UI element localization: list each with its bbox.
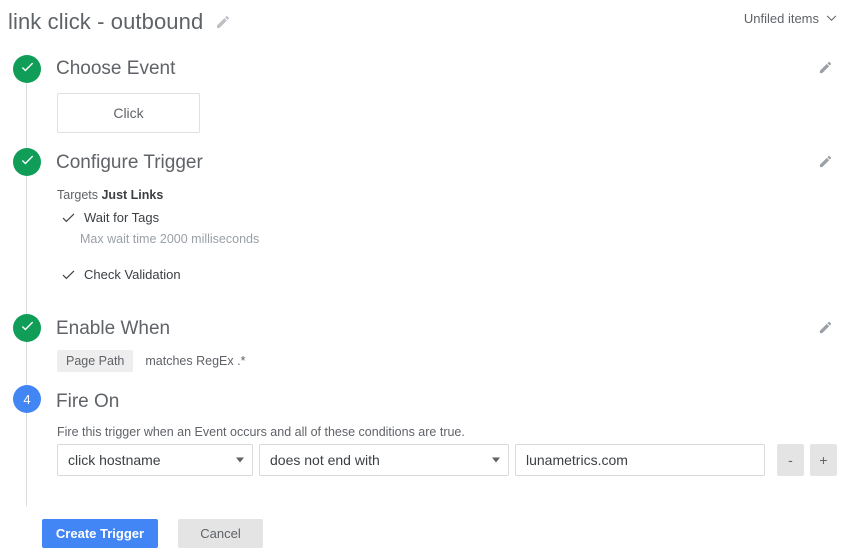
pencil-icon[interactable] — [215, 14, 231, 30]
step-marker-fire-on: 4 — [13, 385, 41, 413]
page-header: link click - outbound Unfiled items — [0, 0, 851, 42]
option-check-validation: Check Validation — [62, 267, 181, 282]
fire-on-description: Fire this trigger when an Event occurs a… — [57, 425, 465, 439]
remove-condition-button[interactable]: - — [777, 444, 804, 476]
edit-configure-trigger-pencil-icon[interactable] — [818, 154, 833, 169]
option-label: Wait for Tags — [84, 210, 160, 225]
chevron-down-icon — [492, 457, 500, 463]
check-icon — [19, 151, 36, 173]
wait-for-tags-note: Max wait time 2000 milliseconds — [80, 232, 260, 246]
option-wait-for-tags: Wait for Tags — [62, 210, 159, 225]
step-number: 4 — [23, 391, 31, 407]
check-icon — [19, 317, 36, 339]
enable-when-condition: Page Path matches RegEx .* — [57, 350, 245, 372]
edit-enable-when-pencil-icon[interactable] — [818, 320, 833, 335]
check-icon — [62, 269, 76, 280]
fire-on-condition-row: click hostname does not end with - + — [57, 444, 837, 476]
condition-value-input[interactable] — [515, 444, 765, 476]
check-icon — [62, 212, 76, 223]
title-area: link click - outbound — [8, 8, 231, 36]
folder-selector[interactable]: Unfiled items — [744, 11, 837, 26]
section-title-fire-on: Fire On — [56, 391, 120, 412]
page-title: link click - outbound — [8, 9, 204, 34]
folder-label: Unfiled items — [743, 11, 819, 26]
cancel-button[interactable]: Cancel — [178, 519, 263, 548]
chevron-down-icon — [236, 457, 244, 463]
chevron-down-icon — [826, 15, 837, 22]
add-condition-button[interactable]: + — [810, 444, 837, 476]
condition-operator-value: does not end with — [270, 452, 380, 468]
condition-operator-select[interactable]: does not end with — [259, 444, 509, 476]
step-marker-enable-when — [13, 314, 41, 342]
event-type-button[interactable]: Click — [57, 93, 200, 133]
condition-variable-chip: Page Path — [57, 350, 134, 372]
targets-summary: Targets Just Links — [57, 188, 163, 202]
step-marker-configure-trigger — [13, 148, 41, 176]
step-marker-choose-event — [13, 55, 41, 83]
section-title-enable-when: Enable When — [56, 318, 171, 339]
section-title-configure-trigger: Configure Trigger — [56, 152, 203, 173]
condition-expression: matches RegEx .* — [145, 354, 246, 368]
edit-choose-event-pencil-icon[interactable] — [818, 60, 833, 75]
option-label: Check Validation — [84, 267, 181, 282]
section-title-choose-event: Choose Event — [56, 58, 176, 79]
stepper-rail — [26, 74, 27, 506]
condition-variable-select[interactable]: click hostname — [57, 444, 253, 476]
create-trigger-button[interactable]: Create Trigger — [42, 519, 158, 548]
targets-value: Just Links — [101, 188, 164, 202]
check-icon — [19, 58, 36, 80]
targets-label: Targets — [57, 188, 98, 202]
form-actions: Create Trigger Cancel — [42, 519, 263, 548]
condition-variable-value: click hostname — [68, 452, 161, 468]
